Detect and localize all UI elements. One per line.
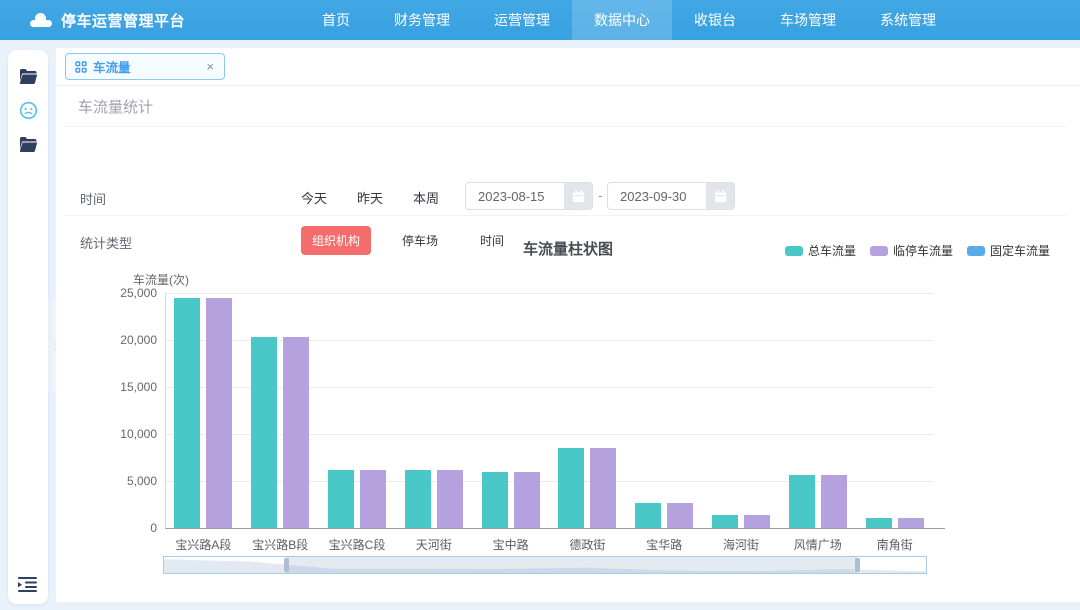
time-filter-label: 时间 [80, 189, 106, 208]
top-nav: 停车运营管理平台 首页财务管理运营管理数据中心收银台车场管理系统管理 [0, 0, 1080, 40]
bar-临停车流量-宝中路[interactable] [514, 472, 540, 528]
tab-label: 车流量 [93, 57, 205, 76]
menu-unfold-icon[interactable] [18, 576, 38, 596]
divider [64, 126, 1066, 127]
bar-总车流量-宝华路[interactable] [635, 503, 661, 528]
bar-总车流量-天河街[interactable] [405, 470, 431, 528]
bar-总车流量-宝兴路C段[interactable] [328, 470, 354, 528]
bar-总车流量-海河街[interactable] [712, 515, 738, 528]
datazoom-window[interactable] [286, 557, 858, 573]
grid-icon [75, 61, 87, 73]
gridline [165, 434, 933, 435]
bar-临停车流量-宝兴路A段[interactable] [206, 298, 232, 528]
calendar-icon[interactable] [564, 182, 592, 210]
date-to-value: 2023-09-30 [608, 189, 706, 204]
quick-option-本周[interactable]: 本周 [413, 188, 439, 207]
x-axis-label: 宝华路 [626, 536, 703, 553]
x-axis-line [165, 528, 945, 529]
y-tick-label: 15,000 [101, 380, 157, 394]
legend-swatch [870, 246, 888, 256]
bar-总车流量-宝中路[interactable] [482, 472, 508, 528]
tab-close-icon[interactable]: × [205, 59, 215, 74]
nav-menu: 首页财务管理运营管理数据中心收银台车场管理系统管理 [300, 0, 958, 40]
bar-临停车流量-宝兴路C段[interactable] [360, 470, 386, 528]
chart-legend: 总车流量 临停车流量 固定车流量 [785, 242, 1050, 259]
bar-总车流量-德政街[interactable] [558, 448, 584, 528]
legend-item-总车流量[interactable]: 总车流量 [785, 242, 856, 259]
main-panel: 车流量 × 车流量统计 时间 今天昨天本周上周本月 2023-08-15 - 2… [56, 48, 1080, 602]
datazoom-handle-right[interactable] [855, 558, 860, 572]
legend-label: 临停车流量 [893, 242, 953, 259]
nav-item-财务管理[interactable]: 财务管理 [372, 0, 472, 40]
page: 停车运营管理平台 首页财务管理运营管理数据中心收银台车场管理系统管理 > 车流量… [0, 0, 1080, 610]
x-axis-label: 宝兴路A段 [165, 536, 242, 553]
bar-临停车流量-天河街[interactable] [437, 470, 463, 528]
divider [64, 215, 1066, 216]
clock-face-icon[interactable] [18, 100, 38, 120]
date-from-input[interactable]: 2023-08-15 [465, 182, 593, 210]
nav-item-运营管理[interactable]: 运营管理 [472, 0, 572, 40]
calendar-icon[interactable] [706, 182, 734, 210]
bar-临停车流量-南角街[interactable] [898, 518, 924, 528]
bar-总车流量-宝兴路B段[interactable] [251, 337, 277, 528]
tab-bar: 车流量 × [56, 48, 1080, 86]
datazoom-slider[interactable] [163, 556, 927, 574]
y-tick-label: 10,000 [101, 427, 157, 441]
bar-临停车流量-宝兴路B段[interactable] [283, 337, 309, 528]
x-axis-label: 宝中路 [472, 536, 549, 553]
date-to-input[interactable]: 2023-09-30 [607, 182, 735, 210]
bar-总车流量-风情广场[interactable] [789, 475, 815, 528]
legend-label: 总车流量 [808, 242, 856, 259]
gridline [165, 387, 933, 388]
legend-item-临停车流量[interactable]: 临停车流量 [870, 242, 953, 259]
bar-总车流量-宝兴路A段[interactable] [174, 298, 200, 528]
y-tick-label: 0 [101, 521, 157, 535]
datazoom-handle-left[interactable] [284, 558, 289, 572]
nav-item-系统管理[interactable]: 系统管理 [858, 0, 958, 40]
bar-临停车流量-风情广场[interactable] [821, 475, 847, 528]
gridline [165, 340, 933, 341]
y-axis-name: 车流量(次) [133, 271, 189, 288]
nav-item-车场管理[interactable]: 车场管理 [758, 0, 858, 40]
bar-临停车流量-宝华路[interactable] [667, 503, 693, 528]
legend-label: 固定车流量 [990, 242, 1050, 259]
legend-item-固定车流量[interactable]: 固定车流量 [967, 242, 1050, 259]
y-tick-label: 25,000 [101, 286, 157, 300]
y-axis-line [165, 293, 166, 528]
bar-临停车流量-海河街[interactable] [744, 515, 770, 528]
brand-title: 停车运营管理平台 [61, 10, 185, 31]
brand: 停车运营管理平台 [0, 10, 185, 31]
nav-item-收银台[interactable]: 收银台 [672, 0, 758, 40]
date-range-separator: - [598, 188, 602, 203]
x-axis-label: 海河街 [703, 536, 780, 553]
x-axis-label: 宝兴路B段 [242, 536, 319, 553]
quick-option-今天[interactable]: 今天 [301, 188, 327, 207]
cloud-logo-icon [30, 13, 52, 27]
sidebar [8, 50, 48, 604]
page-title: 车流量统计 [78, 96, 153, 117]
folder-icon[interactable] [18, 66, 38, 86]
nav-item-首页[interactable]: 首页 [300, 0, 372, 40]
y-tick-label: 20,000 [101, 333, 157, 347]
x-axis-label: 风情广场 [779, 536, 856, 553]
gridline [165, 481, 933, 482]
bar-总车流量-南角街[interactable] [866, 518, 892, 528]
gridline [165, 293, 933, 294]
folder-icon[interactable] [18, 134, 38, 154]
nav-item-数据中心[interactable]: 数据中心 [572, 0, 672, 40]
quick-option-昨天[interactable]: 昨天 [357, 188, 383, 207]
legend-swatch [967, 246, 985, 256]
x-axis-label: 宝兴路C段 [319, 536, 396, 553]
x-axis-label: 天河街 [395, 536, 472, 553]
tab-traffic-flow[interactable]: 车流量 × [65, 53, 225, 80]
x-axis-label: 南角街 [856, 536, 933, 553]
date-from-value: 2023-08-15 [466, 189, 564, 204]
bar-临停车流量-德政街[interactable] [590, 448, 616, 528]
x-axis-label: 德政街 [549, 536, 626, 553]
legend-swatch [785, 246, 803, 256]
y-tick-label: 5,000 [101, 474, 157, 488]
